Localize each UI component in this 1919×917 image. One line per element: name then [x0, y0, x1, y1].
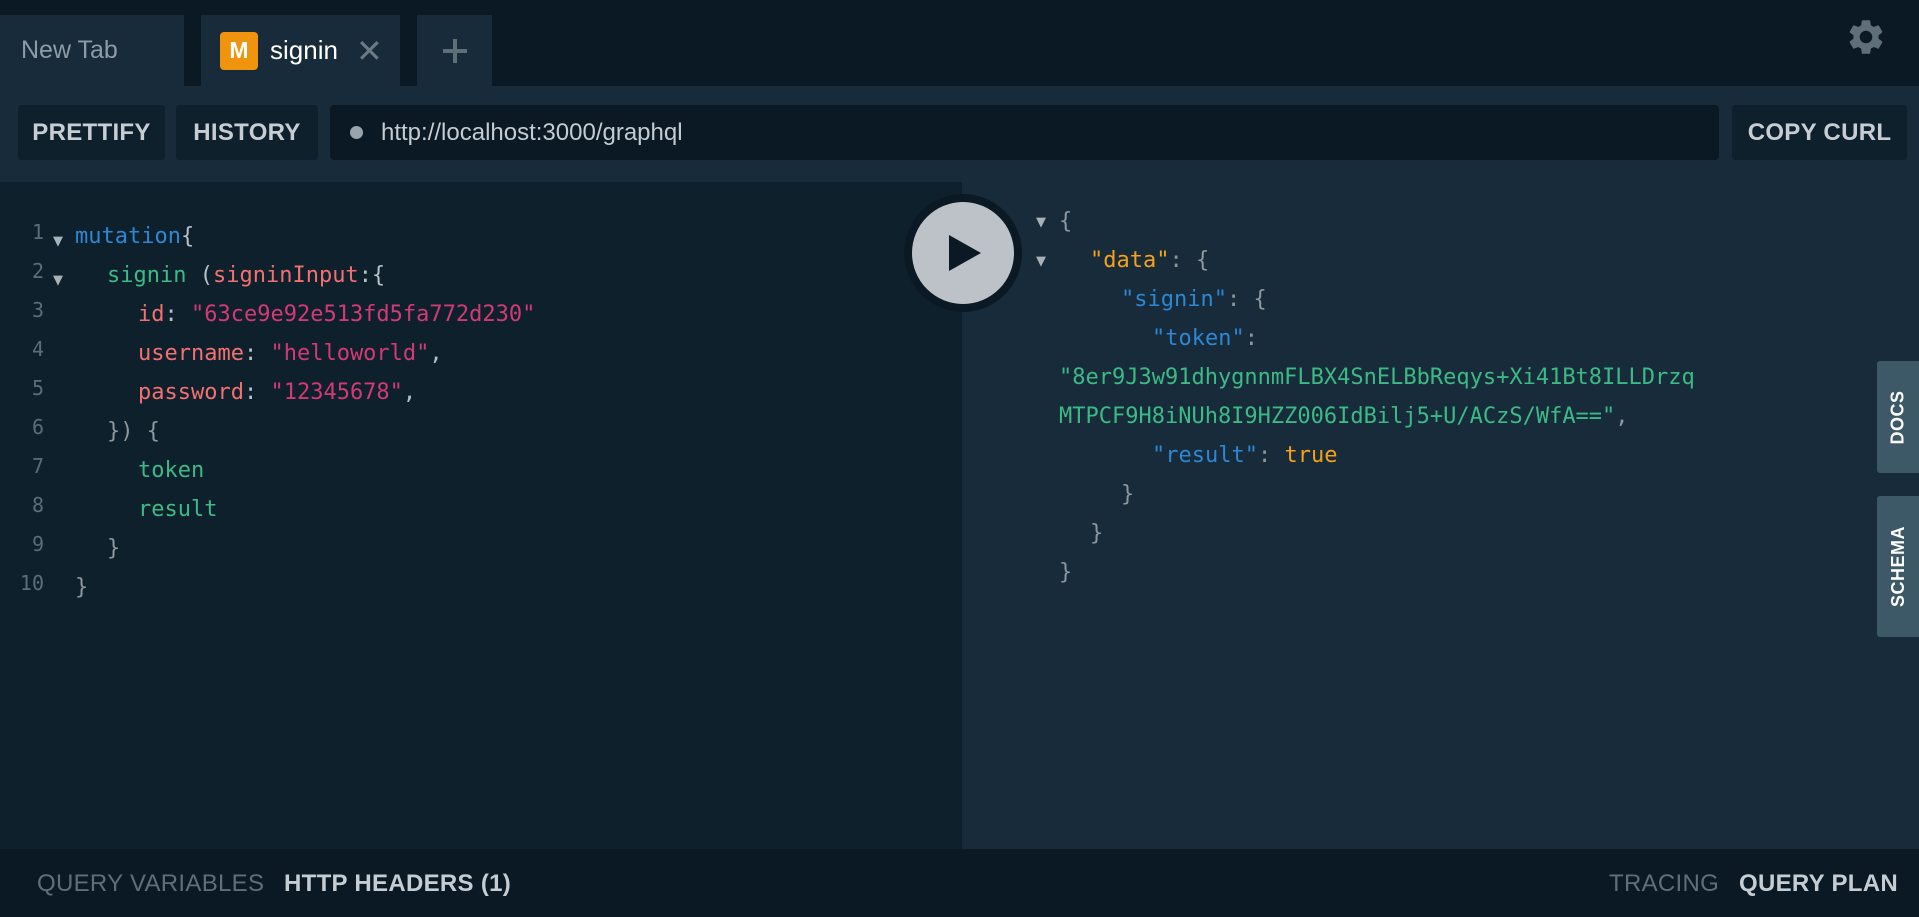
bottom-bar: QUERY VARIABLES HTTP HEADERS (1) TRACING… [0, 849, 1919, 917]
response-line: MTPCF9H8iNUh8I9HZZ006IdBilj5+U/ACzS/WfA=… [1059, 404, 1629, 429]
query-plan-tab[interactable]: QUERY PLAN [1739, 870, 1898, 898]
prettify-button[interactable]: PRETTIFY [18, 105, 165, 160]
play-button-face [912, 202, 1014, 304]
response-line: "result": true [1152, 443, 1338, 468]
response-line: "8er9J3w91dhygnnmFLBX4SnELBbReqys+Xi41Bt… [1059, 365, 1695, 390]
response-line: } [1121, 482, 1135, 507]
fold-arrow-icon[interactable]: ▼ [1036, 215, 1046, 230]
tab-new-tab[interactable]: New Tab [0, 15, 184, 86]
code-line: } [75, 575, 89, 600]
schema-tab[interactable]: SCHEMA [1877, 496, 1919, 637]
add-tab-button[interactable] [417, 15, 492, 86]
plus-icon [442, 38, 467, 63]
docs-tab[interactable]: DOCS [1877, 361, 1919, 473]
history-button[interactable]: HISTORY [176, 105, 318, 160]
line-number: 7 [31, 454, 44, 478]
code-line: id: "63ce9e92e513fd5fa772d230" [138, 302, 536, 327]
code-line: result [138, 497, 218, 522]
line-number: 6 [31, 415, 44, 439]
response-panel: ▼ ▼ { "data": { "signin": { "token": "8e… [962, 182, 1919, 849]
play-icon [949, 235, 981, 271]
http-headers-tab[interactable]: HTTP HEADERS (1) [284, 870, 511, 898]
response-line: "signin": { [1121, 287, 1267, 312]
code-line: username: "helloworld", [138, 341, 443, 366]
tab-label: signin [270, 35, 338, 65]
query-editor[interactable]: 1 2 3 4 5 6 7 8 9 10 ▼ ▼ mutation{ signi… [0, 182, 962, 849]
tab-signin[interactable]: M signin ✕ [201, 15, 400, 86]
code-line: token [138, 458, 205, 483]
line-number: 9 [31, 532, 44, 556]
copy-curl-button[interactable]: COPY CURL [1732, 105, 1907, 160]
fold-arrow-icon[interactable]: ▼ [53, 234, 63, 249]
toolbar: PRETTIFY HISTORY COPY CURL [0, 86, 1919, 182]
line-number: 8 [31, 493, 44, 517]
endpoint-bar [330, 105, 1719, 160]
code-line: password: "12345678", [138, 380, 417, 405]
line-number: 10 [19, 571, 44, 595]
fold-arrow-icon[interactable]: ▼ [1036, 254, 1046, 269]
line-number: 2 [31, 259, 44, 283]
execute-query-button[interactable] [904, 194, 1022, 312]
code-line: mutation{ [75, 224, 195, 249]
tab-bar: New Tab M signin ✕ [0, 0, 1919, 86]
line-number: 5 [31, 376, 44, 400]
query-variables-tab[interactable]: QUERY VARIABLES [37, 870, 264, 898]
code-line: }) { [107, 419, 160, 444]
code-line: } [107, 536, 121, 561]
mutation-badge: M [220, 31, 258, 70]
docs-tab-label: DOCS [1887, 389, 1908, 445]
response-line: } [1059, 560, 1073, 585]
response-line: { [1059, 209, 1073, 234]
code-line: signin (signinInput:{ [107, 263, 386, 288]
endpoint-input[interactable] [381, 118, 1681, 147]
tab-label: New Tab [21, 36, 118, 64]
response-line: "data": { [1090, 248, 1210, 273]
fold-arrow-icon[interactable]: ▼ [53, 273, 63, 288]
status-dot-icon [350, 126, 363, 139]
close-icon[interactable]: ✕ [356, 35, 383, 67]
response-line: } [1090, 521, 1104, 546]
gear-icon[interactable] [1845, 16, 1887, 58]
schema-tab-label: SCHEMA [1887, 525, 1908, 608]
line-number: 3 [31, 298, 44, 322]
line-number: 1 [31, 220, 44, 244]
response-line: "token": [1152, 326, 1258, 351]
line-number: 4 [31, 337, 44, 361]
tracing-tab[interactable]: TRACING [1609, 870, 1719, 898]
